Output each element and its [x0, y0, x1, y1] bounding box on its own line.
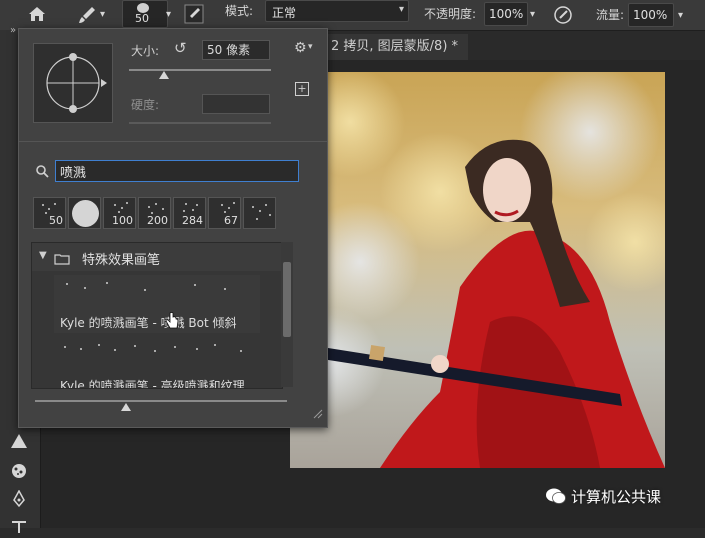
gear-icon[interactable]: ⚙ — [294, 40, 307, 56]
brush-size-value: 50 — [135, 12, 149, 25]
size-slider-thumb[interactable] — [159, 71, 169, 79]
sponge-tool-icon[interactable] — [8, 460, 30, 482]
brush-preset-size: 284 — [182, 214, 203, 227]
collapse-panel-icon[interactable]: » — [10, 24, 16, 38]
preview-size-slider[interactable] — [35, 400, 287, 402]
flow-dropdown-icon[interactable]: ▾ — [678, 9, 683, 23]
triangle-shape-tool-icon[interactable] — [8, 430, 30, 452]
mode-select-value: 正常 — [272, 6, 297, 20]
pressure-opacity-icon[interactable] — [553, 5, 573, 28]
opacity-field[interactable]: 100% — [484, 2, 528, 26]
brush-preset-thumb[interactable]: 100 — [103, 197, 136, 229]
hardness-field[interactable] — [202, 94, 270, 114]
brush-list-scrollbar[interactable] — [281, 242, 293, 387]
chevron-down-icon: ▾ — [398, 4, 404, 15]
brush-preset-panel: 大小: ↺ 50 像素 ⚙ ▾ + 硬度: 50 100 200 284 — [18, 28, 328, 428]
round-brush-tip — [72, 200, 99, 227]
size-field-value: 50 像素 — [207, 43, 251, 57]
folder-icon — [54, 250, 70, 269]
brush-list-item-name: Kyle 的喷溅画笔 - 高级喷溅和纹理 — [60, 379, 245, 389]
brush-search-input[interactable] — [55, 160, 299, 182]
brush-settings-icon[interactable] — [184, 4, 204, 27]
brush-preset-thumb[interactable]: 67 — [208, 197, 241, 229]
brush-group-name: 特殊效果画笔 — [82, 253, 161, 268]
size-slider[interactable] — [129, 69, 271, 71]
photo-artwork — [290, 72, 665, 468]
opacity-value: 100% — [489, 7, 524, 21]
document-tab[interactable]: 2 拷贝, 图层蒙版/8) * — [325, 34, 469, 60]
size-label: 大小: — [131, 44, 160, 58]
brush-group-header[interactable]: ▼ 特殊效果画笔 — [32, 243, 282, 271]
watermark-text: 计算机公共课 — [571, 487, 662, 506]
resize-grip-icon[interactable] — [313, 404, 323, 423]
brush-preset-size: 67 — [224, 214, 238, 227]
document-tab-strip: 2 拷贝, 图层蒙版/8) * — [325, 30, 705, 60]
brush-angle-preview[interactable] — [33, 43, 113, 123]
brush-preset-picker[interactable]: 50 — [122, 0, 168, 28]
gear-dropdown-icon[interactable]: ▾ — [308, 42, 313, 52]
brush-preset-size: 100 — [112, 214, 133, 227]
hand-cursor-icon — [164, 312, 180, 334]
mode-label: 模式: — [225, 4, 254, 18]
preview-size-slider-thumb[interactable] — [121, 403, 131, 411]
brush-picker-dropdown-icon[interactable]: ▾ — [166, 8, 171, 22]
brush-preset-thumb[interactable]: 284 — [173, 197, 206, 229]
document-tab-title: 2 拷贝, 图层蒙版/8) * — [331, 39, 459, 54]
document-photo[interactable] — [290, 72, 665, 468]
brush-preset-thumb[interactable] — [68, 197, 101, 229]
tool-options-bar: ▾ 50 ▾ 模式: 正常 ▾ 不透明度: 100% ▾ 流量: 100% ▾ — [0, 0, 705, 31]
watermark: 计算机公共课 — [545, 486, 661, 506]
flow-field[interactable]: 100% — [628, 3, 674, 27]
flow-label: 流量: — [596, 8, 625, 22]
brush-list-item[interactable]: Kyle 的喷溅画笔 - 喷溅 Bot 倾斜 — [54, 275, 260, 333]
opacity-dropdown-icon[interactable]: ▾ — [530, 8, 535, 22]
brush-list-item-name: Kyle 的喷溅画笔 - 喷溅 Bot 倾斜 — [60, 316, 237, 330]
brush-list[interactable]: ▼ 特殊效果画笔 Kyle 的喷溅画笔 - 喷溅 Bot 倾斜 Kyle 的喷溅… — [31, 242, 283, 389]
brush-preset-thumb[interactable] — [243, 197, 276, 229]
brush-search — [31, 160, 299, 182]
scrollbar-thumb[interactable] — [283, 262, 291, 337]
brush-preset-size: 50 — [49, 214, 63, 227]
chevron-down-icon[interactable]: ▼ — [39, 250, 47, 261]
tool-preset-dropdown-icon[interactable]: ▾ — [100, 8, 105, 22]
reset-size-icon[interactable]: ↺ — [174, 39, 187, 57]
pen-tool-icon[interactable] — [8, 488, 30, 510]
brush-preset-thumb[interactable]: 200 — [138, 197, 171, 229]
opacity-label: 不透明度: — [424, 7, 477, 21]
search-icon — [35, 163, 49, 182]
brush-tool-icon[interactable] — [78, 6, 96, 27]
brush-preset-thumb[interactable]: 50 — [33, 197, 66, 229]
type-tool-icon[interactable] — [8, 516, 30, 538]
flow-value: 100% — [633, 8, 668, 22]
new-preset-icon[interactable]: + — [295, 82, 309, 96]
mode-select[interactable]: 正常 ▾ — [265, 0, 409, 22]
wechat-icon — [545, 487, 567, 505]
hardness-label: 硬度: — [131, 98, 160, 112]
divider — [19, 141, 327, 142]
brush-preset-size: 200 — [147, 214, 168, 227]
home-icon[interactable] — [28, 6, 46, 25]
brush-list-item[interactable]: Kyle 的喷溅画笔 - 高级喷溅和纹理 — [54, 338, 260, 389]
size-field[interactable]: 50 像素 — [202, 40, 270, 60]
hardness-slider[interactable] — [129, 122, 271, 124]
